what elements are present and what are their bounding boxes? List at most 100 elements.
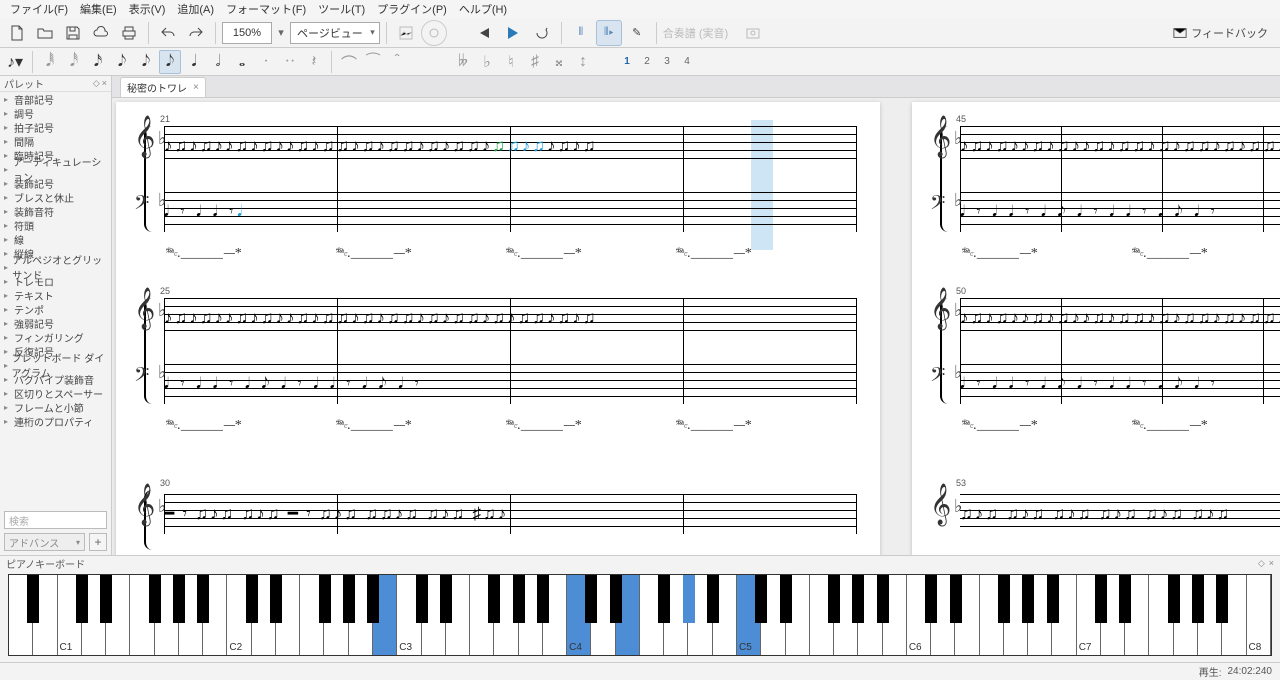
cloud-button[interactable]: [88, 20, 114, 46]
screenshot-button[interactable]: [740, 20, 766, 46]
black-key[interactable]: [1168, 575, 1180, 623]
repeat-start-button[interactable]: ⦀: [568, 20, 594, 46]
undo-button[interactable]: [155, 20, 181, 46]
palette-item[interactable]: アルペジオとグリッサンド: [0, 260, 111, 274]
add-workspace-button[interactable]: +: [89, 533, 107, 551]
new-file-button[interactable]: [4, 20, 30, 46]
black-key[interactable]: [877, 575, 889, 623]
flip-button[interactable]: ↕: [572, 50, 594, 74]
metronome-button[interactable]: [421, 20, 447, 46]
palette-close[interactable]: ×: [102, 78, 107, 89]
black-key[interactable]: [149, 575, 161, 623]
black-key[interactable]: [780, 575, 792, 623]
palette-item[interactable]: 区切りとスペーサー: [0, 386, 111, 400]
image-capture-button[interactable]: [393, 20, 419, 46]
black-key[interactable]: [537, 575, 549, 623]
search-input[interactable]: 検索: [4, 511, 107, 529]
loop-button[interactable]: [529, 20, 555, 46]
black-key[interactable]: [488, 575, 500, 623]
menu-tools[interactable]: ツール(T): [312, 0, 371, 19]
slur-button[interactable]: ⁀: [362, 50, 384, 74]
black-key[interactable]: [27, 575, 39, 623]
palette-item[interactable]: 線: [0, 232, 111, 246]
tie-button[interactable]: ⌒: [338, 50, 360, 74]
zoom-input[interactable]: 150%: [222, 22, 272, 44]
black-key[interactable]: [270, 575, 282, 623]
black-key[interactable]: [585, 575, 597, 623]
palette-item[interactable]: 装飾音符: [0, 204, 111, 218]
black-key[interactable]: [828, 575, 840, 623]
black-key[interactable]: [1119, 575, 1131, 623]
palette-item[interactable]: ブレスと休止: [0, 190, 111, 204]
black-key[interactable]: [246, 575, 258, 623]
palette-item[interactable]: 符頭: [0, 218, 111, 232]
menu-plugins[interactable]: プラグイン(P): [371, 0, 453, 19]
black-key[interactable]: [755, 575, 767, 623]
score-tab[interactable]: 秘密のトワレ ×: [120, 77, 206, 97]
keyboard-undock[interactable]: ◇: [1258, 558, 1265, 569]
duration-whole[interactable]: 𝅝: [231, 50, 253, 74]
black-key[interactable]: [658, 575, 670, 623]
print-button[interactable]: [116, 20, 142, 46]
black-key[interactable]: [416, 575, 428, 623]
black-key[interactable]: [367, 575, 379, 623]
voice-1[interactable]: 1: [618, 52, 636, 72]
palette-item[interactable]: 調号: [0, 106, 111, 120]
score-canvas[interactable]: 21𝄞♭♪♫♪♫♪♪♫♪♫♪♪♫♪♫♫♪♫♪♫♫♪♫♪♫♫♪♫♫♪♫♪♫♪♫𝄢♭…: [112, 98, 1280, 555]
duration-8th[interactable]: 𝅘𝅥𝅮: [159, 50, 181, 74]
double-sharp-button[interactable]: 𝄪: [548, 50, 570, 74]
keyboard-close[interactable]: ×: [1269, 558, 1274, 569]
black-key[interactable]: [197, 575, 209, 623]
black-key[interactable]: [100, 575, 112, 623]
palette-item[interactable]: 音部記号: [0, 92, 111, 106]
duration-half[interactable]: 𝅗𝅥: [207, 50, 229, 74]
feedback-button[interactable]: フィードバック: [1173, 25, 1276, 41]
repeat-end-button[interactable]: ⦀▸: [596, 20, 622, 46]
duration-quarter[interactable]: 𝅘𝅥: [183, 50, 205, 74]
black-key[interactable]: [1216, 575, 1228, 623]
black-key[interactable]: [998, 575, 1010, 623]
flat-button[interactable]: ♭: [476, 50, 498, 74]
redo-button[interactable]: [183, 20, 209, 46]
black-key[interactable]: [319, 575, 331, 623]
palette-item[interactable]: 強弱記号: [0, 316, 111, 330]
palette-item[interactable]: 連桁のプロパティ: [0, 414, 111, 428]
palette-undock[interactable]: ◇: [93, 78, 100, 89]
open-file-button[interactable]: [32, 20, 58, 46]
black-key[interactable]: [950, 575, 962, 623]
workspace-dropdown[interactable]: アドバンス: [4, 533, 85, 551]
natural-button[interactable]: ♮: [500, 50, 522, 74]
play-button[interactable]: [499, 20, 525, 46]
black-key[interactable]: [610, 575, 622, 623]
palette-item[interactable]: フレットボード ダイアグラム: [0, 358, 111, 372]
menu-help[interactable]: ヘルプ(H): [453, 0, 513, 19]
palette-item[interactable]: テキスト: [0, 288, 111, 302]
black-key[interactable]: [925, 575, 937, 623]
black-key[interactable]: [173, 575, 185, 623]
piano-keyboard[interactable]: C1C2C3C4C5C6C7C8: [8, 574, 1272, 656]
voice-2[interactable]: 2: [638, 52, 656, 72]
duration-64th[interactable]: 𝅘𝅥𝅱: [39, 50, 61, 74]
voice-4[interactable]: 4: [678, 52, 696, 72]
palette-item[interactable]: フィンガリング: [0, 330, 111, 344]
tab-close-button[interactable]: ×: [193, 82, 199, 93]
duration-16th[interactable]: 𝅘𝅥𝅯: [87, 50, 109, 74]
menu-format[interactable]: フォーマット(F): [220, 0, 312, 19]
white-key[interactable]: C8: [1247, 575, 1271, 655]
menu-view[interactable]: 表示(V): [123, 0, 172, 19]
duration-8th-alt2[interactable]: 𝅘𝅥𝅮: [135, 50, 157, 74]
duration-double-dot[interactable]: ··: [279, 50, 301, 74]
palette-item[interactable]: アーティキュレーション: [0, 162, 111, 176]
black-key[interactable]: [852, 575, 864, 623]
duration-32nd[interactable]: 𝅘𝅥𝅰: [63, 50, 85, 74]
sharp-button[interactable]: ♯: [524, 50, 546, 74]
black-key[interactable]: [707, 575, 719, 623]
note-input-mode[interactable]: ♪▾: [4, 50, 26, 74]
black-key[interactable]: [1022, 575, 1034, 623]
black-key[interactable]: [513, 575, 525, 623]
palette-item[interactable]: 拍子記号: [0, 120, 111, 134]
pan-button[interactable]: ✎: [624, 20, 650, 46]
rest-button[interactable]: 𝄽: [303, 50, 325, 74]
palette-item[interactable]: 間隔: [0, 134, 111, 148]
black-key[interactable]: [683, 575, 695, 623]
